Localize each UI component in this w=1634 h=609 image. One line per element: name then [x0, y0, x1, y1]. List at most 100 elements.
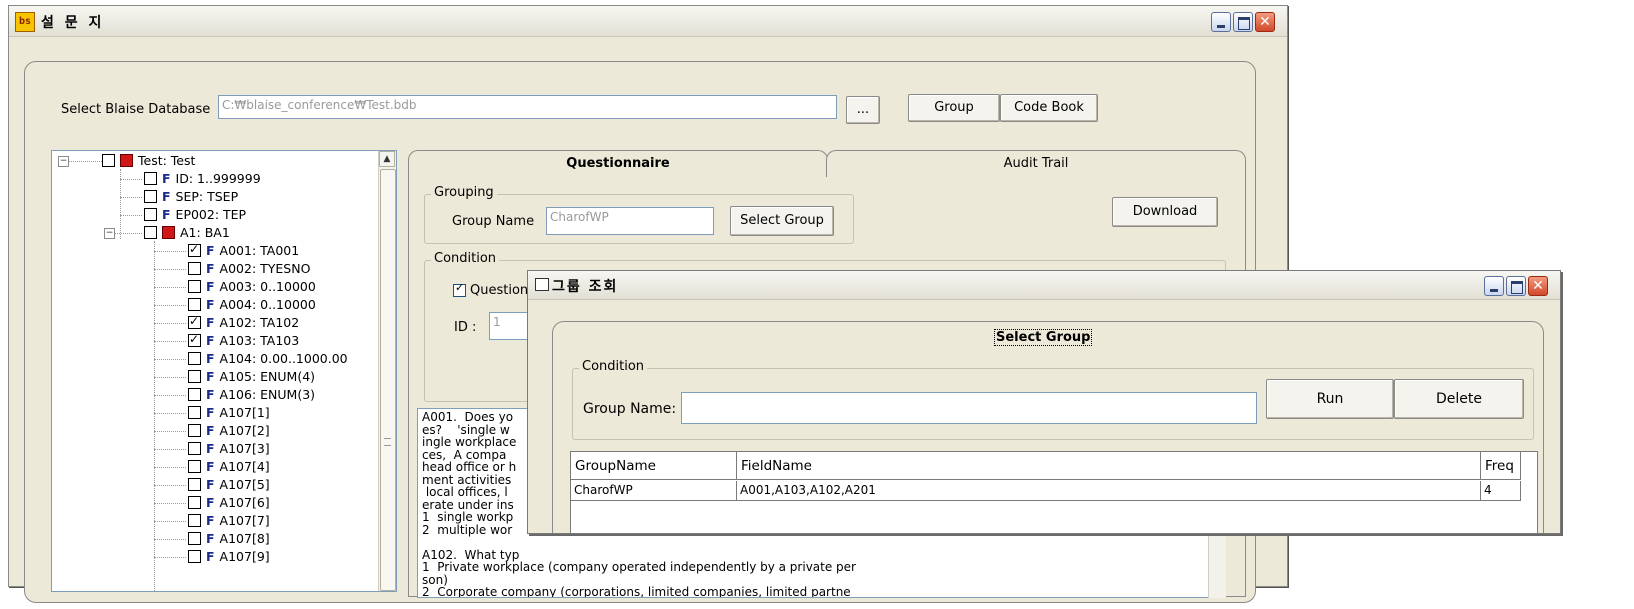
checkbox-icon[interactable]: [188, 514, 201, 527]
dialog-title-bar[interactable]: 그룹 조회 ✕: [528, 271, 1560, 300]
tree-root[interactable]: Test: Test: [102, 152, 195, 170]
close-icon[interactable]: ✕: [1255, 12, 1275, 32]
tab-audit-trail[interactable]: Audit Trail: [826, 150, 1246, 177]
minimize-icon[interactable]: [1484, 276, 1504, 296]
checkbox-icon[interactable]: [188, 424, 201, 437]
col-header-freq[interactable]: Freq: [1481, 452, 1521, 480]
tab-questionnaire[interactable]: Questionnaire: [408, 150, 828, 177]
collapse-root-icon[interactable]: −: [58, 156, 69, 167]
block-icon: [120, 154, 133, 167]
dialog-group-name-input[interactable]: [681, 392, 1257, 424]
cell-groupname[interactable]: CharofWP: [571, 481, 737, 501]
tree-item-label: A002: TYESNO: [219, 261, 311, 276]
browse-button[interactable]: ...: [846, 96, 880, 124]
run-button[interactable]: Run: [1266, 379, 1394, 419]
grouping-legend: Grouping: [431, 185, 497, 200]
block-icon: [162, 226, 175, 239]
minimize-icon[interactable]: [1211, 12, 1231, 32]
tree-item[interactable]: F A107[1]: [188, 404, 270, 422]
checkbox-icon[interactable]: [188, 262, 201, 275]
tree-item-label: A107[8]: [219, 531, 270, 546]
checked-icon[interactable]: ✓: [453, 281, 466, 297]
tree-scrollbar[interactable]: ▲: [378, 151, 396, 591]
checkbox-icon[interactable]: [188, 550, 201, 563]
checkbox-icon[interactable]: [102, 154, 115, 167]
collapse-block-icon[interactable]: −: [104, 228, 115, 239]
database-path-field[interactable]: C:₩blaise_conference₩Test.bdb: [218, 95, 837, 119]
field-tag: F: [206, 549, 215, 564]
question-check-label: Question: [470, 283, 529, 298]
tree-item[interactable]: F A003: 0..10000: [188, 278, 316, 296]
tree-item-label: A107[7]: [219, 513, 270, 528]
group-grid[interactable]: GroupName FieldName Freq CharofWP A001,A…: [570, 451, 1538, 533]
checkbox-icon[interactable]: [188, 352, 201, 365]
checkbox-icon[interactable]: [188, 280, 201, 293]
tree-item-label: A001: TA001: [219, 243, 300, 258]
checkbox-icon[interactable]: [144, 190, 157, 203]
select-group-button[interactable]: Select Group: [730, 206, 834, 236]
checked-icon[interactable]: [188, 312, 201, 330]
checkbox-icon[interactable]: [144, 226, 157, 239]
tree-item[interactable]: F A104: 0.00..1000.00: [188, 350, 348, 368]
checked-icon[interactable]: [188, 240, 201, 258]
checkbox-icon[interactable]: [188, 298, 201, 311]
id-field[interactable]: 1: [489, 312, 529, 340]
tree-item[interactable]: F A105: ENUM(4): [188, 368, 315, 386]
tree-item[interactable]: F A102: TA102: [188, 312, 299, 332]
checkbox-icon[interactable]: [188, 460, 201, 473]
col-header-fieldname[interactable]: FieldName: [737, 452, 1481, 480]
tree-item[interactable]: F A107[8]: [188, 530, 270, 548]
field-tree[interactable]: − Test: Test F ID: 1..999999 F SEP: TSEP F EP…: [51, 150, 397, 592]
checkbox-icon[interactable]: [188, 496, 201, 509]
field-tag: F: [162, 189, 171, 204]
tree-item-label: A103: TA103: [219, 333, 300, 348]
codebook-button[interactable]: Code Book: [1000, 94, 1098, 122]
tree-item[interactable]: F EP002: TEP: [144, 206, 246, 224]
checkbox-icon[interactable]: [188, 532, 201, 545]
tree-item[interactable]: F A002: TYESNO: [188, 260, 310, 278]
tree-item[interactable]: F A103: TA103: [188, 330, 300, 350]
question-checkbox[interactable]: ✓ Question: [453, 281, 529, 298]
cell-fieldname[interactable]: A001,A103,A102,A201: [737, 481, 1481, 501]
checkbox-icon[interactable]: [144, 172, 157, 185]
tree-item[interactable]: F A001: TA001: [188, 240, 300, 260]
tree-item[interactable]: F A004: 0..10000: [188, 296, 316, 314]
checkbox-icon[interactable]: [188, 388, 201, 401]
checked-icon[interactable]: [188, 330, 201, 348]
download-button[interactable]: Download: [1112, 197, 1218, 227]
field-tag: F: [206, 333, 215, 348]
maximize-icon[interactable]: [1506, 276, 1526, 296]
scroll-up-icon[interactable]: ▲: [379, 151, 395, 167]
tree-item[interactable]: F A107[5]: [188, 476, 270, 494]
field-tag: F: [206, 531, 215, 546]
title-bar[interactable]: bs 설 문 지 ✕: [9, 6, 1287, 37]
group-name-field[interactable]: CharofWP: [546, 207, 714, 235]
tree-item[interactable]: F A107[9]: [188, 548, 270, 566]
checkbox-icon[interactable]: [188, 370, 201, 383]
checkbox-icon[interactable]: [188, 406, 201, 419]
field-tag: F: [206, 513, 215, 528]
close-icon[interactable]: ✕: [1528, 276, 1548, 296]
checkbox-icon[interactable]: [188, 442, 201, 455]
cell-freq[interactable]: 4: [1481, 481, 1521, 501]
tree-item[interactable]: F SEP: TSEP: [144, 188, 238, 206]
tree-item[interactable]: F A106: ENUM(3): [188, 386, 315, 404]
app-icon: bs: [15, 12, 35, 32]
tree-item[interactable]: F A107[6]: [188, 494, 270, 512]
scroll-thumb[interactable]: [380, 169, 396, 591]
tree-item-label: A107[9]: [219, 549, 270, 564]
maximize-icon[interactable]: [1233, 12, 1253, 32]
col-header-groupname[interactable]: GroupName: [571, 452, 737, 480]
group-button[interactable]: Group: [908, 94, 1000, 122]
delete-button[interactable]: Delete: [1394, 379, 1524, 419]
checkbox-icon[interactable]: [144, 208, 157, 221]
tree-block[interactable]: A1: BA1: [144, 224, 230, 242]
tree-item[interactable]: F A107[7]: [188, 512, 270, 530]
checkbox-icon[interactable]: [188, 478, 201, 491]
tree-item[interactable]: F A107[2]: [188, 422, 270, 440]
tree-item[interactable]: F ID: 1..999999: [144, 170, 261, 188]
field-tag: F: [206, 495, 215, 510]
tree-item[interactable]: F A107[3]: [188, 440, 270, 458]
tree-item[interactable]: F A107[4]: [188, 458, 270, 476]
tree-block-label: A1: BA1: [180, 225, 230, 240]
